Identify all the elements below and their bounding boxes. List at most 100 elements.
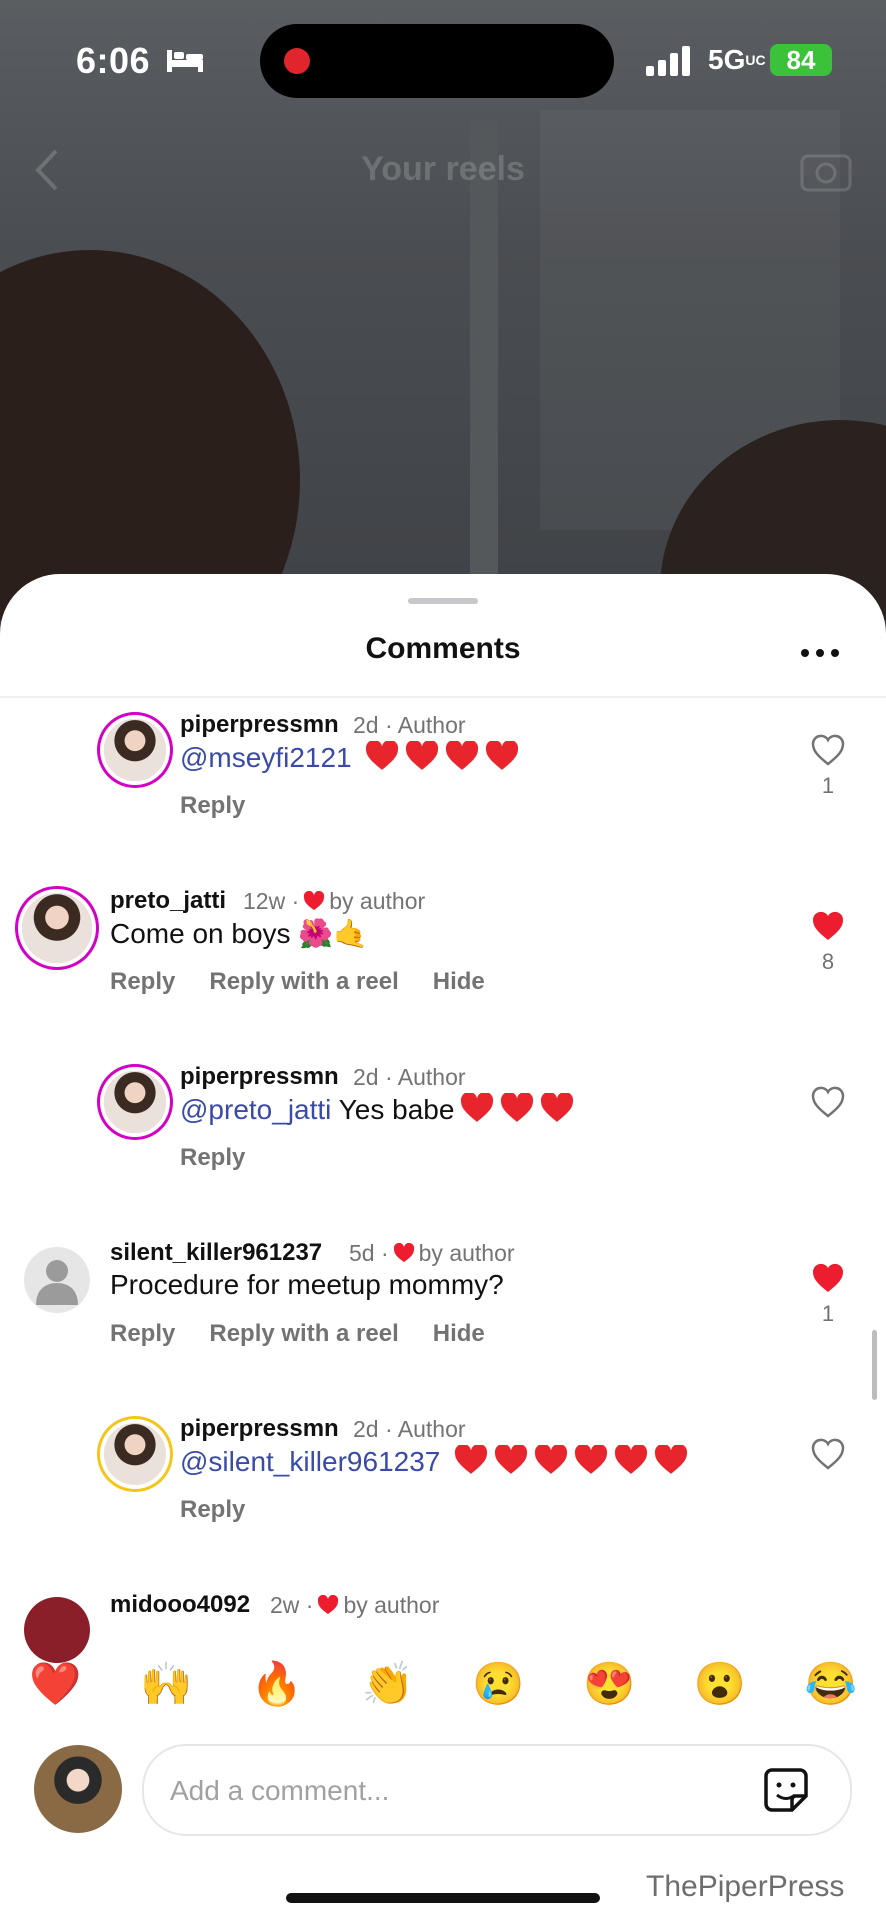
emoji-surprised[interactable]: 😮 xyxy=(688,1652,752,1716)
sticker-icon[interactable] xyxy=(762,1766,810,1814)
emoji-heart-eyes[interactable]: 😍 xyxy=(577,1652,641,1716)
reply-button[interactable]: Reply xyxy=(110,968,175,995)
cellular-signal-icon xyxy=(646,46,690,76)
red-heart-icon xyxy=(495,1445,528,1474)
comment-meta: 2d · Author xyxy=(353,712,466,738)
avatar[interactable] xyxy=(104,1071,166,1133)
author-liked-heart-icon xyxy=(318,1595,339,1614)
avatar[interactable] xyxy=(104,1423,166,1485)
home-indicator[interactable] xyxy=(286,1893,600,1903)
network-type: 5GUC xyxy=(708,44,766,75)
status-bar: 6:06 5GUC 84 xyxy=(0,0,886,120)
emoji-fire[interactable]: 🔥 xyxy=(245,1652,309,1716)
like-heart-filled-icon[interactable] xyxy=(810,1261,846,1295)
heart-emojis xyxy=(359,741,519,773)
comment-username[interactable]: piperpressmn xyxy=(180,711,339,739)
red-heart-icon xyxy=(366,741,399,770)
scrollbar[interactable] xyxy=(872,1330,877,1400)
red-heart-icon xyxy=(406,741,439,770)
dynamic-island xyxy=(260,24,614,98)
sleep-focus-icon xyxy=(167,50,203,72)
heart-emojis xyxy=(454,1093,574,1125)
comment-meta: 2d · Author xyxy=(353,1064,466,1090)
hair-shape-left xyxy=(0,250,300,620)
comment-username[interactable]: preto_jatti xyxy=(110,887,226,915)
comment-actions: Reply Reply with a reel Hide xyxy=(110,968,519,996)
emoji-raised-hands[interactable]: 🙌 xyxy=(134,1652,198,1716)
comment-actions: Reply Reply with a reel Hide xyxy=(110,1320,519,1348)
sheet-grabber[interactable] xyxy=(408,598,478,604)
hide-button[interactable]: Hide xyxy=(433,1320,485,1347)
red-heart-icon xyxy=(541,1093,574,1122)
like-count: 1 xyxy=(821,1301,835,1326)
page-title: Your reels xyxy=(361,150,525,188)
battery-indicator: 84 xyxy=(770,44,832,76)
status-time: 6:06 xyxy=(76,40,151,81)
comments-list: piperpressmn 2d · Author @mseyfi2121 Rep… xyxy=(0,699,886,1799)
red-heart-icon xyxy=(615,1445,648,1474)
reply-button[interactable]: Reply xyxy=(180,1144,245,1171)
comments-sheet: Comments piperpressmn 2d · Author @mseyf… xyxy=(0,574,886,1920)
red-heart-icon xyxy=(461,1093,494,1122)
like-heart-outline-icon[interactable] xyxy=(810,733,846,767)
avatar[interactable] xyxy=(22,893,92,963)
hide-button[interactable]: Hide xyxy=(433,968,485,995)
reply-with-reel-button[interactable]: Reply with a reel xyxy=(209,1320,398,1347)
comment-username[interactable]: piperpressmn xyxy=(180,1415,339,1443)
like-heart-outline-icon[interactable] xyxy=(810,1437,846,1471)
author-liked-heart-icon xyxy=(393,1243,414,1262)
like-heart-outline-icon[interactable] xyxy=(810,1085,846,1119)
heart-emojis xyxy=(448,1445,688,1477)
like-count: 1 xyxy=(821,773,835,798)
sheet-title: Comments xyxy=(365,632,521,665)
red-heart-icon xyxy=(486,741,519,770)
reply-button[interactable]: Reply xyxy=(110,1320,175,1347)
red-heart-icon xyxy=(535,1445,568,1474)
red-heart-icon xyxy=(446,741,479,770)
like-count: 8 xyxy=(821,949,835,974)
comment-actions: Reply xyxy=(180,1496,279,1524)
red-heart-icon xyxy=(501,1093,534,1122)
comment-actions: Reply xyxy=(180,1144,279,1172)
camera-icon[interactable] xyxy=(800,148,852,192)
comment-input[interactable] xyxy=(168,1768,732,1814)
recording-indicator-icon xyxy=(284,48,310,74)
comment-username[interactable]: piperpressmn xyxy=(180,1063,339,1091)
comment-meta: 12w · by author xyxy=(243,888,426,914)
red-heart-icon xyxy=(655,1445,688,1474)
emoji-laughing[interactable]: 😂 xyxy=(799,1652,863,1716)
avatar[interactable] xyxy=(24,1247,90,1313)
my-avatar xyxy=(34,1745,122,1833)
mention-link[interactable]: @silent_killer961237 xyxy=(180,1446,440,1477)
watermark: ThePiperPress xyxy=(646,1870,845,1903)
header-divider xyxy=(0,696,886,698)
comment-meta: 5d · by author xyxy=(349,1240,515,1266)
emoji-clap[interactable]: 👏 xyxy=(356,1652,420,1716)
comment-text: Procedure for meetup mommy? xyxy=(110,1269,504,1300)
emoji-quick-bar: ❤️ 🙌 🔥 👏 😢 😍 😮 😂 xyxy=(0,1652,886,1716)
avatar[interactable] xyxy=(104,719,166,781)
red-heart-icon xyxy=(455,1445,488,1474)
comment-text: @mseyfi2121 xyxy=(180,741,519,774)
reply-with-reel-button[interactable]: Reply with a reel xyxy=(209,968,398,995)
comment-text: Come on boys 🌺🤙 xyxy=(110,918,369,949)
emoji-heart[interactable]: ❤️ xyxy=(23,1652,87,1716)
red-heart-icon xyxy=(575,1445,608,1474)
comment-username[interactable]: silent_killer961237 xyxy=(110,1239,322,1267)
emoji-crying[interactable]: 😢 xyxy=(466,1652,530,1716)
author-liked-heart-icon xyxy=(304,891,325,910)
more-options-icon[interactable] xyxy=(800,648,840,658)
mention-link[interactable]: @mseyfi2121 xyxy=(180,742,352,773)
like-heart-filled-icon[interactable] xyxy=(810,909,846,943)
reply-button[interactable]: Reply xyxy=(180,792,245,819)
comment-text: @preto_jatti Yes babe xyxy=(180,1093,574,1126)
comment-meta: 2w · by author xyxy=(270,1592,440,1618)
comment-username[interactable]: midooo4092 xyxy=(110,1591,250,1619)
default-avatar-icon xyxy=(36,1260,78,1305)
reply-button[interactable]: Reply xyxy=(180,1496,245,1523)
comment-composer xyxy=(142,1744,852,1836)
comment-meta: 2d · Author xyxy=(353,1416,466,1442)
comment-text: @silent_killer961237 xyxy=(180,1445,688,1478)
comment-actions: Reply xyxy=(180,792,279,820)
mention-link[interactable]: @preto_jatti xyxy=(180,1094,331,1125)
